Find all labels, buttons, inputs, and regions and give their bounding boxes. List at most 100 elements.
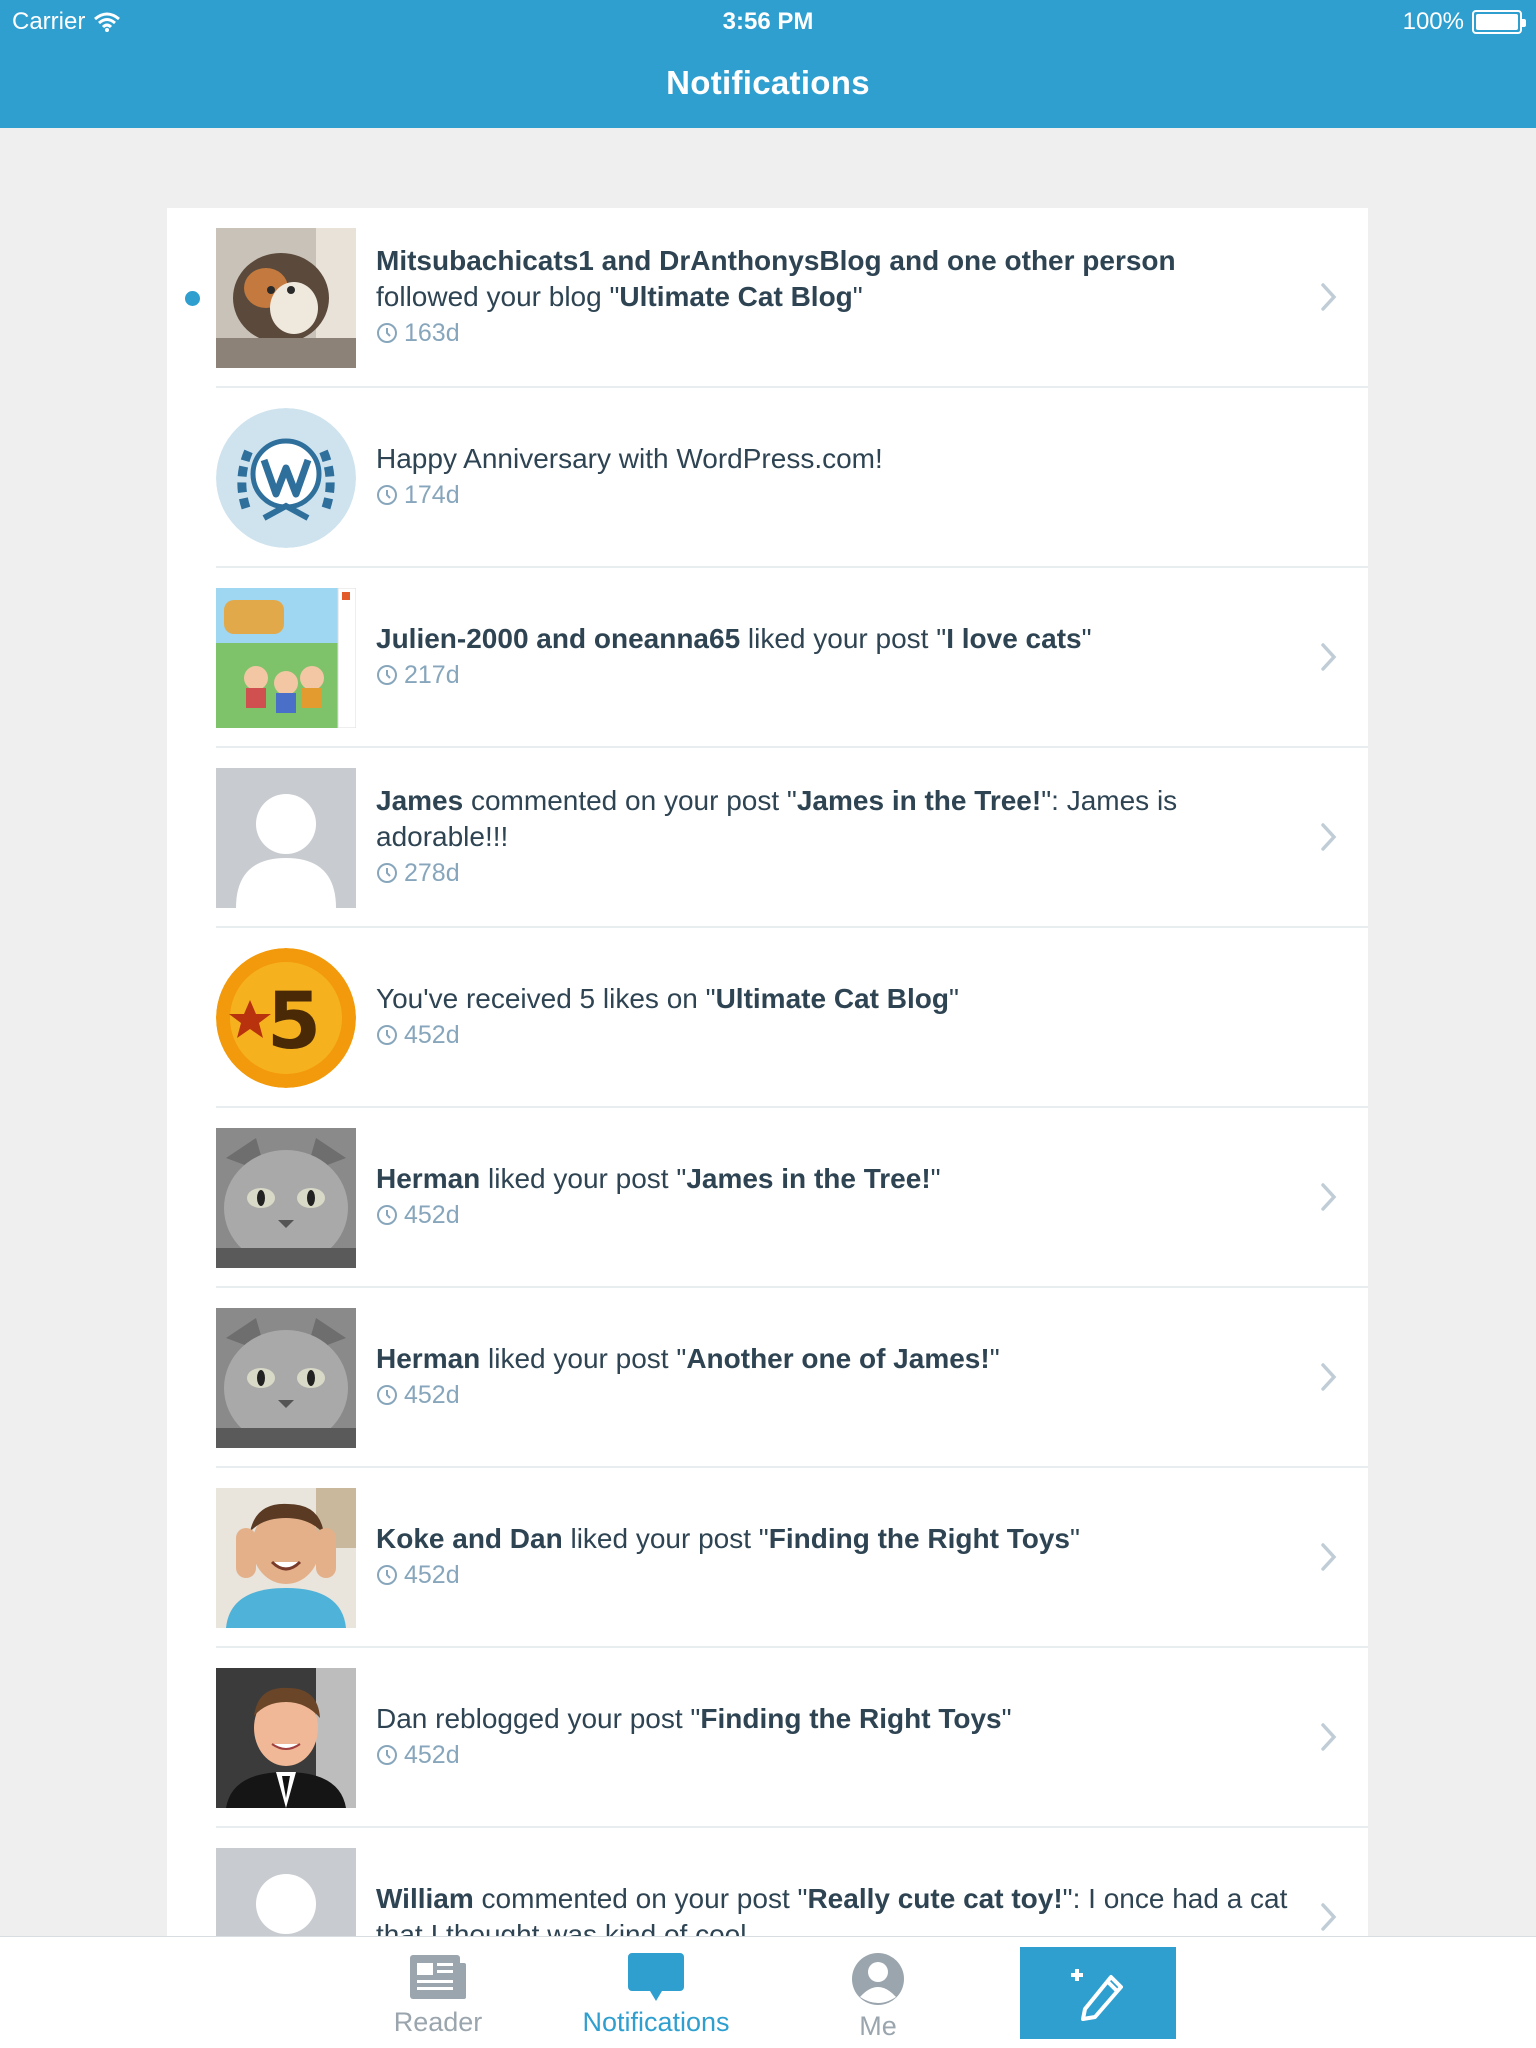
notification-row[interactable]: Mitsubachicats1 and DrAnthonysBlog and o…	[167, 208, 1368, 388]
notification-content: Koke and Dan liked your post "Finding th…	[376, 1521, 1308, 1593]
message-text: "	[852, 281, 863, 312]
message-text: liked your post "	[480, 1163, 687, 1194]
chevron-right-icon	[1321, 643, 1337, 671]
notification-message: Herman liked your post "Another one of J…	[376, 1341, 1308, 1377]
message-text: liked your post "	[740, 623, 947, 654]
message-emphasis: Julien-2000 and oneanna65	[376, 623, 741, 654]
timestamp-text: 217d	[404, 661, 460, 689]
message-text: "	[930, 1163, 941, 1194]
timestamp-text: 452d	[404, 1561, 460, 1589]
message-text: "	[1069, 1523, 1080, 1554]
notification-row[interactable]: 5 You've received 5 likes on "Ultimate Ca…	[167, 928, 1368, 1108]
person-blue-shirt-avatar	[216, 1488, 356, 1628]
timestamp-text: 278d	[404, 859, 460, 887]
notification-row[interactable]: Koke and Dan liked your post "Finding th…	[167, 1468, 1368, 1648]
timestamp-text: 452d	[404, 1381, 460, 1409]
notification-row[interactable]: Herman liked your post "Another one of J…	[167, 1288, 1368, 1468]
notification-content: Herman liked your post "Another one of J…	[376, 1341, 1308, 1413]
message-emphasis: Herman	[376, 1343, 481, 1374]
me-avatar-icon	[852, 1953, 904, 2005]
notification-row[interactable]: Julien-2000 and oneanna65 liked your pos…	[167, 568, 1368, 748]
notification-timestamp: 278d	[376, 855, 1308, 891]
clock-icon	[377, 485, 397, 505]
notification-row[interactable]: Dan reblogged your post "Finding the Rig…	[167, 1648, 1368, 1828]
battery-percent: 100%	[1402, 8, 1464, 35]
notification-row[interactable]: Herman liked your post "James in the Tre…	[167, 1108, 1368, 1288]
notification-message: Julien-2000 and oneanna65 liked your pos…	[376, 621, 1308, 657]
message-text: "	[948, 983, 959, 1014]
chevron-right-icon	[1321, 1903, 1337, 1931]
message-emphasis: William	[376, 1883, 474, 1914]
message-text: followed your blog "	[376, 281, 620, 312]
notification-timestamp: 452d	[376, 1377, 1308, 1413]
message-emphasis: Ultimate Cat Blog	[619, 281, 853, 312]
unread-indicator	[185, 291, 200, 306]
notification-timestamp: 163d	[376, 315, 1308, 351]
chevron-right-icon	[1321, 1363, 1337, 1391]
message-emphasis: Finding the Right Toys	[700, 1703, 1002, 1734]
clock-icon	[377, 665, 397, 685]
notification-timestamp: 452d	[376, 1737, 1308, 1773]
notification-content: Julien-2000 and oneanna65 liked your pos…	[376, 621, 1308, 693]
notification-row[interactable]: Happy Anniversary with WordPress.com! 174…	[167, 388, 1368, 568]
default-user-avatar	[216, 768, 356, 908]
default-user-avatar	[216, 1848, 356, 1936]
battery-status: 100%	[1402, 8, 1526, 36]
chevron-right-icon	[1321, 283, 1337, 311]
tab-reader[interactable]: Reader	[358, 1951, 518, 2038]
tab-me-label: Me	[859, 2011, 897, 2041]
message-emphasis: Another one of James!	[686, 1343, 990, 1374]
chevron-right-icon	[1321, 823, 1337, 851]
chevron-right-icon	[1321, 1183, 1337, 1211]
clock-icon	[377, 1385, 397, 1405]
notification-row[interactable]: James commented on your post "James in t…	[167, 748, 1368, 928]
notification-row[interactable]: William commented on your post "Really c…	[167, 1828, 1368, 1936]
clock-icon	[377, 1025, 397, 1045]
notification-content: Dan reblogged your post "Finding the Rig…	[376, 1701, 1308, 1773]
message-emphasis: Ultimate Cat Blog	[715, 983, 949, 1014]
notification-message: Happy Anniversary with WordPress.com!	[376, 441, 1308, 477]
notification-timestamp: 174d	[376, 477, 1308, 513]
message-text: "	[1001, 1703, 1012, 1734]
app-header: Carrier 3:56 PM 100% Notifications	[0, 0, 1536, 128]
notification-timestamp: 452d	[376, 1017, 1308, 1053]
notification-timestamp: 452d	[376, 1557, 1308, 1593]
tab-notifications[interactable]: Notifications	[576, 1951, 736, 2038]
gray-cat-avatar	[216, 1128, 356, 1268]
reader-icon	[410, 1955, 466, 1999]
notification-message: James commented on your post "James in t…	[376, 783, 1308, 855]
notification-content: Herman liked your post "James in the Tre…	[376, 1161, 1308, 1233]
message-emphasis: Finding the Right Toys	[768, 1523, 1070, 1554]
page-title: Notifications	[666, 64, 870, 101]
compose-button[interactable]	[1020, 1947, 1176, 2039]
tab-reader-label: Reader	[393, 2007, 483, 2037]
message-text: commented on your post "	[473, 1883, 808, 1914]
notification-message: Koke and Dan liked your post "Finding th…	[376, 1521, 1308, 1557]
clock-icon	[377, 323, 397, 343]
notification-content: Mitsubachicats1 and DrAnthonysBlog and o…	[376, 243, 1308, 351]
message-text: Happy Anniversary with WordPress.com!	[376, 443, 883, 474]
timestamp-text: 452d	[404, 1741, 460, 1769]
notification-message: Mitsubachicats1 and DrAnthonysBlog and o…	[376, 243, 1308, 315]
chevron-right-icon	[1321, 1723, 1337, 1751]
notifications-list: Mitsubachicats1 and DrAnthonysBlog and o…	[167, 208, 1368, 1936]
clock-icon	[377, 1205, 397, 1225]
timestamp-text: 174d	[404, 481, 460, 509]
notifications-bubble-icon	[628, 1953, 684, 2001]
message-text: "	[989, 1343, 1000, 1374]
message-text: "	[1081, 623, 1092, 654]
message-emphasis: James in the Tree!	[686, 1163, 931, 1194]
status-bar: Carrier 3:56 PM 100%	[0, 0, 1536, 40]
tab-me[interactable]: Me	[798, 1951, 958, 2042]
animal-crossing-avatar	[216, 588, 356, 728]
notification-content: William commented on your post "Really c…	[376, 1881, 1308, 1936]
tab-bar: Reader Notifications Me	[0, 1936, 1536, 2048]
notification-timestamp: 217d	[376, 657, 1308, 693]
clock-icon	[377, 863, 397, 883]
message-emphasis: James	[376, 785, 464, 816]
message-text: You've received 5 likes on "	[376, 983, 716, 1014]
clock-icon	[377, 1745, 397, 1765]
message-emphasis: Mitsubachicats1 and DrAnthonysBlog and o…	[376, 245, 1176, 276]
message-emphasis: Herman	[376, 1163, 481, 1194]
person-suit-avatar	[216, 1668, 356, 1808]
